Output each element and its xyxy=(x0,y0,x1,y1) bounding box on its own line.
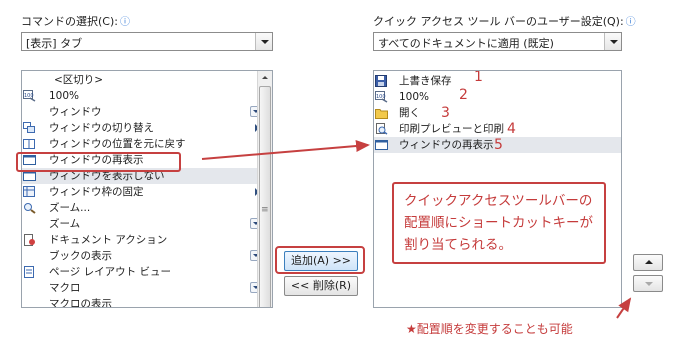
annotation-note: ★配置順を変更することも可能 xyxy=(406,322,573,336)
annotation-arrows xyxy=(201,140,632,319)
arrow-to-qat xyxy=(201,140,370,160)
annotation-callout: クイックアクセスツールバーの配置順にショートカットキーが割り当てられる。 xyxy=(392,182,606,264)
arrow-to-reorder xyxy=(616,297,632,319)
